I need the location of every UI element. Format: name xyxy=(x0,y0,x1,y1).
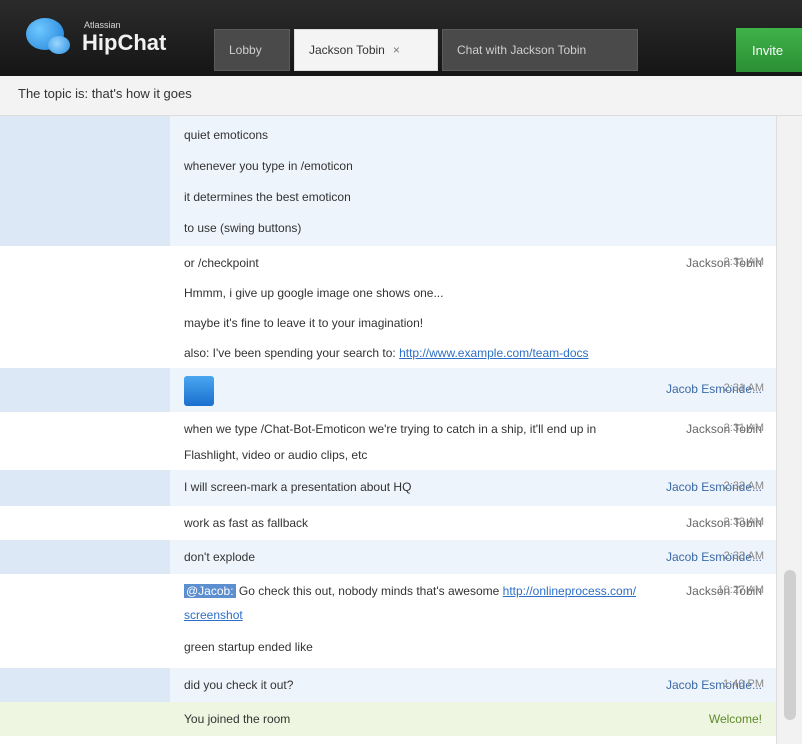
message-time: 10:27 AM xyxy=(717,584,764,596)
room-topic: The topic is: that's how it goes xyxy=(0,76,802,116)
scrollbar-thumb[interactable] xyxy=(784,570,796,720)
message-row: Jackson Tobin or /checkpoint 2:31 AM Hmm… xyxy=(0,246,776,368)
message-list: quiet emoticons whenever you type in /em… xyxy=(0,116,776,744)
message-time: 1:40 PM xyxy=(723,678,764,690)
message-row: Jacob Esmonde... 2:31 AM xyxy=(0,368,776,412)
message-line: Flashlight, video or audio clips, etc xyxy=(184,448,368,462)
logo-title: HipChat xyxy=(82,30,167,55)
hipchat-logo[interactable]: Atlassian HipChat xyxy=(26,14,186,64)
message-line: green startup ended like xyxy=(184,640,313,654)
message-time: 2:33 AM xyxy=(723,516,764,528)
message-row: quiet emoticons whenever you type in /em… xyxy=(0,116,776,246)
message-line: whenever you type in /emoticon xyxy=(184,159,353,173)
sender-column xyxy=(0,470,170,506)
tab-label: Lobby xyxy=(229,43,262,57)
message-line: when we type /Chat-Bot-Emoticon we're tr… xyxy=(184,422,597,436)
message-line: it determines the best emoticon xyxy=(184,190,351,204)
message-line: I will screen-mark a presentation about … xyxy=(184,480,412,494)
message-line: Hmmm, i give up google image one shows o… xyxy=(184,286,444,300)
message-row: Jackson Tobin work as fast as fallback 2… xyxy=(0,506,776,540)
notice-text: You joined the room xyxy=(184,712,291,726)
tab-jackson-tobin[interactable]: Jackson Tobin × xyxy=(294,29,438,71)
notice-label: Welcome! xyxy=(708,712,762,726)
sender-column xyxy=(0,668,170,702)
message-line: @Jacob: Go check this out, nobody minds … xyxy=(184,584,636,598)
message-row: Jacob Esmonde... don't explode 2:33 AM xyxy=(0,540,776,574)
room-tabs: Lobby Jackson Tobin × Chat with Jackson … xyxy=(214,29,642,73)
message-time: 2:32 AM xyxy=(723,480,764,492)
message-line: or /checkpoint xyxy=(184,256,259,270)
message-time: 2:31 AM xyxy=(723,382,764,394)
message-row: Jackson Tobin when we type /Chat-Bot-Emo… xyxy=(0,412,776,470)
message-text: also: I've been spending your search to: xyxy=(184,346,400,360)
message-line: don't explode xyxy=(184,550,256,564)
notice-row: Welcome! You joined the room xyxy=(0,702,776,736)
message-line: screenshot xyxy=(184,608,243,622)
message-line: also: I've been spending your search to:… xyxy=(184,346,589,360)
message-row: Jacob Esmonde... did you check it out? 1… xyxy=(0,668,776,702)
sender-column xyxy=(0,540,170,574)
message-line: maybe it's fine to leave it to your imag… xyxy=(184,316,424,330)
message-time: 2:31 AM xyxy=(723,422,764,434)
message-line: quiet emoticons xyxy=(184,128,269,142)
message-scrollbar[interactable] xyxy=(776,116,802,744)
sender-column xyxy=(0,368,170,412)
top-bar: Atlassian HipChat Lobby Jackson Tobin × … xyxy=(0,0,802,76)
message-text: Go check this out, nobody minds that's a… xyxy=(238,584,503,598)
message-line: did you check it out? xyxy=(184,678,294,692)
tab-chat[interactable]: Chat with Jackson Tobin xyxy=(442,29,638,71)
logo-subtitle: Atlassian xyxy=(84,20,121,30)
mention-highlight: @Jacob: xyxy=(184,584,236,598)
tab-label: Chat with Jackson Tobin xyxy=(457,43,587,57)
message-link[interactable]: screenshot xyxy=(184,608,243,622)
chat-bubble-secondary-icon xyxy=(48,36,70,54)
sender-column xyxy=(0,116,170,246)
message-line: to use (swing buttons) xyxy=(184,221,302,235)
invite-button[interactable]: Invite xyxy=(736,28,802,72)
message-line: work as fast as fallback xyxy=(184,516,309,530)
tab-label: Jackson Tobin xyxy=(309,43,385,57)
message-row: Jacob Esmonde... I will screen-mark a pr… xyxy=(0,470,776,506)
message-link[interactable]: http://onlineprocess.com/ xyxy=(503,584,636,598)
close-icon[interactable]: × xyxy=(393,43,400,57)
message-link[interactable]: http://www.example.com/team-docs xyxy=(399,346,588,360)
message-row: Jackson Tobin @Jacob: Go check this out,… xyxy=(0,574,776,668)
image-thumbnail-icon[interactable] xyxy=(184,376,214,406)
message-time: 2:31 AM xyxy=(723,256,764,268)
message-time: 2:33 AM xyxy=(723,550,764,562)
tab-lobby[interactable]: Lobby xyxy=(214,29,290,71)
